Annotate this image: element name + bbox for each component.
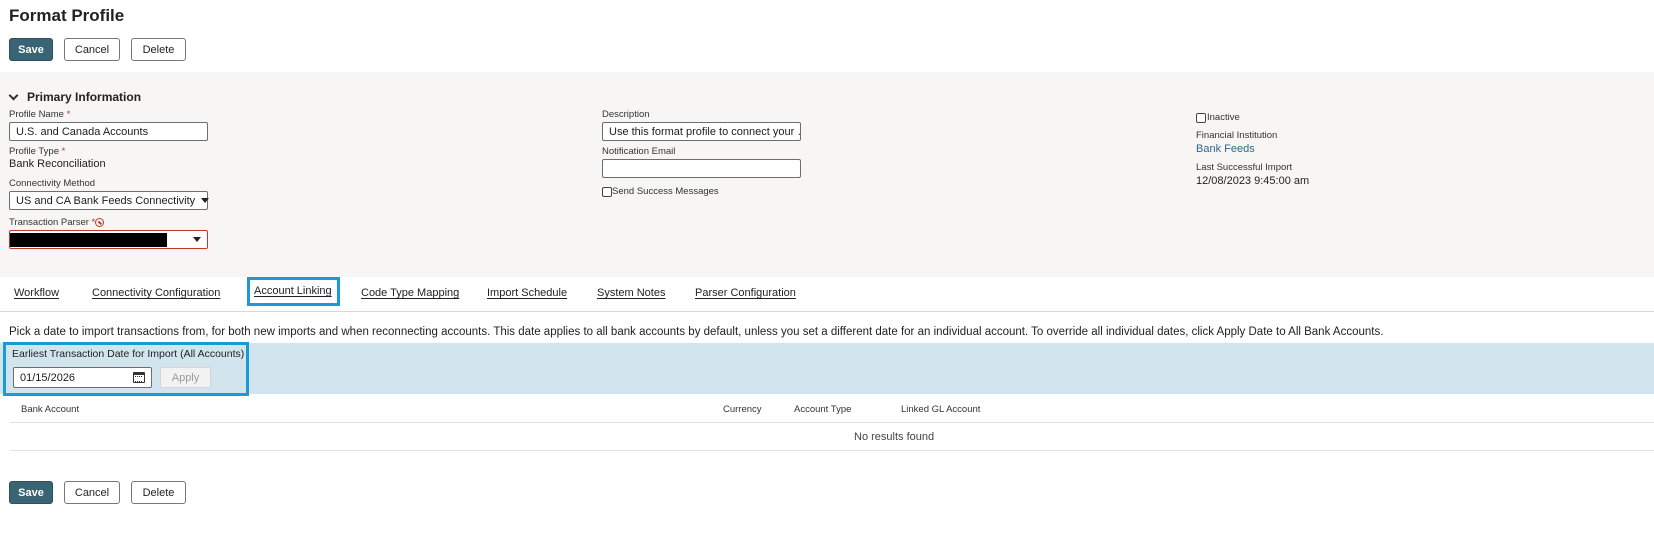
tab-parser-configuration[interactable]: Parser Configuration bbox=[695, 287, 796, 299]
column-currency[interactable]: Currency bbox=[723, 404, 762, 415]
last-import-value: 12/08/2023 9:45:00 am bbox=[1196, 175, 1310, 187]
subtab-bar: Workflow Connectivity Configuration Acco… bbox=[0, 277, 1654, 312]
column-linked-gl-account[interactable]: Linked GL Account bbox=[901, 404, 980, 415]
empty-table-message: No results found bbox=[854, 431, 935, 443]
notification-email-label: Notification Email bbox=[602, 146, 676, 157]
description-label: Description bbox=[602, 109, 650, 120]
page-title: Format Profile bbox=[9, 6, 125, 25]
primary-information-panel bbox=[0, 72, 1654, 277]
delete-button-bottom[interactable]: Delete bbox=[131, 481, 186, 504]
profile-type-label: Profile Type * bbox=[9, 146, 66, 157]
save-button[interactable]: Save bbox=[9, 38, 53, 61]
chevron-down-icon bbox=[8, 90, 19, 101]
date-highlight-box bbox=[3, 342, 249, 396]
column-bank-account[interactable]: Bank Account bbox=[21, 404, 79, 415]
financial-institution-label: Financial Institution bbox=[1196, 130, 1278, 141]
delete-button[interactable]: Delete bbox=[131, 38, 186, 61]
error-block-icon bbox=[95, 218, 104, 227]
column-account-type[interactable]: Account Type bbox=[794, 404, 851, 415]
connectivity-method-value: US and CA Bank Feeds Connectivity bbox=[16, 194, 196, 207]
tab-import-schedule[interactable]: Import Schedule bbox=[487, 287, 567, 299]
table-divider bbox=[10, 450, 1654, 451]
financial-institution-link[interactable]: Bank Feeds bbox=[1196, 143, 1255, 155]
last-import-label: Last Successful Import bbox=[1196, 162, 1293, 173]
profile-type-value: Bank Reconciliation bbox=[9, 158, 106, 170]
cancel-button-bottom[interactable]: Cancel bbox=[64, 481, 120, 504]
transaction-parser-label: Transaction Parser * bbox=[9, 217, 96, 228]
send-success-checkbox[interactable] bbox=[602, 187, 612, 197]
tab-account-linking[interactable]: Account Linking bbox=[247, 277, 340, 306]
send-success-label: Send Success Messages bbox=[612, 186, 719, 197]
table-divider bbox=[10, 422, 1654, 423]
cancel-button[interactable]: Cancel bbox=[64, 38, 120, 61]
primary-information-header[interactable]: Primary Information bbox=[8, 90, 142, 104]
caret-down-icon bbox=[201, 198, 210, 203]
tab-workflow[interactable]: Workflow bbox=[14, 287, 59, 299]
account-linking-help-text: Pick a date to import transactions from,… bbox=[9, 326, 1384, 338]
tab-code-type-mapping[interactable]: Code Type Mapping bbox=[361, 287, 459, 299]
description-input[interactable]: Use this format profile to connect your … bbox=[602, 122, 801, 141]
redacted-value bbox=[10, 232, 167, 247]
inactive-label: Inactive bbox=[1207, 112, 1240, 123]
notification-email-input[interactable] bbox=[602, 159, 801, 178]
profile-name-input[interactable]: U.S. and Canada Accounts bbox=[9, 122, 208, 141]
inactive-checkbox[interactable] bbox=[1196, 113, 1206, 123]
connectivity-method-label: Connectivity Method bbox=[9, 178, 96, 189]
section-title: Primary Information bbox=[27, 90, 142, 104]
transaction-parser-select[interactable] bbox=[9, 230, 208, 249]
save-button-bottom[interactable]: Save bbox=[9, 481, 53, 504]
tab-system-notes[interactable]: System Notes bbox=[597, 287, 665, 299]
caret-down-icon bbox=[193, 237, 201, 242]
connectivity-method-select[interactable]: US and CA Bank Feeds Connectivity bbox=[9, 191, 210, 210]
profile-name-label: Profile Name * bbox=[9, 109, 71, 120]
tab-connectivity-configuration[interactable]: Connectivity Configuration bbox=[92, 287, 220, 299]
